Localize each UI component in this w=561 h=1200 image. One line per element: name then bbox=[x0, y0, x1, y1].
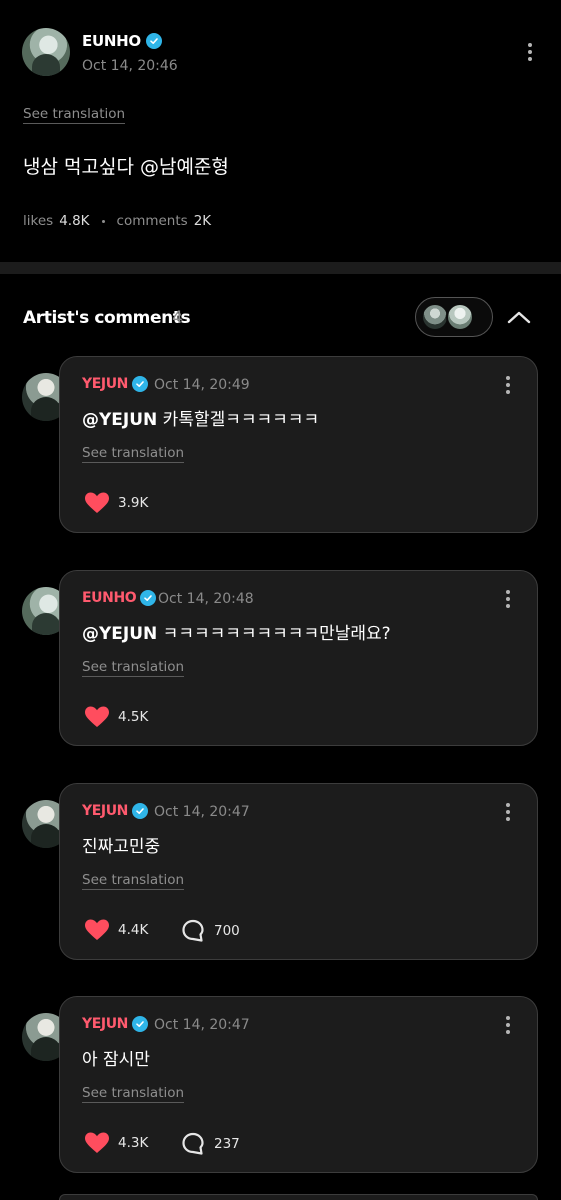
comment-body: 아 잠시만 bbox=[82, 1050, 150, 1070]
artist-avatar bbox=[421, 303, 449, 331]
post-stats: likes 4.8K comments 2K bbox=[23, 213, 211, 229]
mention[interactable]: @YEJUN bbox=[82, 624, 157, 644]
section-divider bbox=[0, 262, 561, 274]
artist-comments-count: 4 bbox=[172, 308, 183, 328]
see-translation-link[interactable]: See translation bbox=[82, 659, 185, 677]
see-translation-link[interactable]: See translation bbox=[82, 1085, 185, 1103]
more-vertical-icon[interactable] bbox=[520, 40, 540, 64]
post-author[interactable]: EUNHO bbox=[82, 32, 162, 50]
more-vertical-icon[interactable] bbox=[498, 587, 518, 611]
post-body: 냉삼 먹고싶다 @남예준형 bbox=[23, 156, 229, 178]
comment-timestamp: Oct 14, 20:47 bbox=[154, 804, 250, 820]
author-name: YEJUN bbox=[82, 803, 128, 819]
comments-label[interactable]: comments bbox=[117, 213, 188, 229]
comment-author[interactable]: YEJUN bbox=[82, 803, 148, 819]
like-count: 3.9K bbox=[118, 495, 149, 511]
comment-author[interactable]: EUNHO bbox=[82, 590, 157, 606]
author-name: EUNHO bbox=[82, 32, 141, 50]
verified-badge-icon bbox=[132, 376, 148, 392]
see-translation-link[interactable]: See translation bbox=[82, 872, 185, 890]
likes-label: likes bbox=[23, 213, 54, 229]
comment-text: 진짜고민중 bbox=[82, 832, 160, 857]
post: EUNHO Oct 14, 20:46 See translation 냉삼 먹… bbox=[0, 0, 561, 262]
comment-bubble-icon bbox=[182, 1132, 204, 1155]
more-vertical-icon[interactable] bbox=[498, 1013, 518, 1037]
separator-dot bbox=[101, 219, 105, 223]
artist-comments-title: Artist's comments bbox=[23, 308, 191, 328]
heart-icon bbox=[85, 919, 109, 940]
author-name: YEJUN bbox=[82, 1016, 128, 1032]
comment-card: EUNHO Oct 14, 20:48 @YEJUN ㅋㅋㅋㅋㅋㅋㅋㅋㅋㅋ만날래… bbox=[59, 570, 538, 746]
author-name: EUNHO bbox=[82, 590, 137, 606]
comment-text: 아 잠시만 bbox=[82, 1045, 150, 1070]
see-translation-link[interactable]: See translation bbox=[23, 106, 126, 124]
artist-avatar bbox=[446, 303, 474, 331]
verified-badge-icon bbox=[132, 803, 148, 819]
comment-card: YEJUN Oct 14, 20:49 @YEJUN 카톡할겔ㅋㅋㅋㅋㅋㅋ Se… bbox=[59, 356, 538, 533]
like-button[interactable]: 3.9K bbox=[84, 491, 148, 515]
verified-badge-icon bbox=[140, 590, 157, 606]
comment-text: @YEJUN ㅋㅋㅋㅋㅋㅋㅋㅋㅋㅋ만날래요? bbox=[82, 619, 391, 644]
reply-count: 237 bbox=[214, 1136, 240, 1152]
comment-body: 카톡할겔ㅋㅋㅋㅋㅋㅋ bbox=[157, 410, 320, 430]
heart-icon bbox=[85, 706, 109, 727]
post-timestamp: Oct 14, 20:46 bbox=[82, 58, 178, 74]
verified-badge-icon bbox=[132, 1016, 148, 1032]
chevron-up-icon[interactable] bbox=[505, 305, 533, 329]
like-count: 4.4K bbox=[118, 922, 149, 938]
more-vertical-icon[interactable] bbox=[498, 800, 518, 824]
verified-badge-icon bbox=[145, 33, 162, 49]
more-vertical-icon[interactable] bbox=[498, 373, 518, 397]
like-count: 4.3K bbox=[118, 1135, 149, 1151]
comment-author[interactable]: YEJUN bbox=[82, 376, 148, 392]
artist-avatars-filter[interactable] bbox=[415, 297, 493, 337]
comment-body: ㅋㅋㅋㅋㅋㅋㅋㅋㅋㅋ만날래요? bbox=[157, 624, 391, 644]
like-button[interactable]: 4.3K bbox=[84, 1131, 148, 1155]
comment-timestamp: Oct 14, 20:48 bbox=[158, 591, 254, 607]
see-translation-link[interactable]: See translation bbox=[82, 445, 185, 463]
heart-icon bbox=[85, 1132, 109, 1153]
comment-card: YEJUN Oct 14, 20:47 아 잠시만 See translatio… bbox=[59, 996, 538, 1173]
comment-timestamp: Oct 14, 20:47 bbox=[154, 1017, 250, 1033]
like-count: 4.5K bbox=[118, 709, 149, 725]
comment-timestamp: Oct 14, 20:49 bbox=[154, 377, 250, 393]
mention[interactable]: @YEJUN bbox=[82, 410, 157, 430]
like-button[interactable]: 4.4K bbox=[84, 918, 148, 942]
author-name: YEJUN bbox=[82, 376, 128, 392]
heart-icon bbox=[85, 492, 109, 513]
likes-count: 4.8K bbox=[59, 213, 90, 229]
comment-card: YEJUN Oct 14, 20:47 진짜고민중 See translatio… bbox=[59, 783, 538, 960]
reply-button[interactable]: 700 bbox=[180, 918, 240, 944]
comments-count[interactable]: 2K bbox=[194, 213, 211, 229]
comment-bubble-icon bbox=[182, 919, 204, 942]
comment-text: @YEJUN 카톡할겔ㅋㅋㅋㅋㅋㅋ bbox=[82, 405, 319, 430]
reply-button[interactable]: 237 bbox=[180, 1131, 240, 1157]
next-comment-card-edge bbox=[59, 1194, 538, 1200]
reply-count: 700 bbox=[214, 923, 240, 939]
comment-body: 진짜고민중 bbox=[82, 837, 161, 857]
like-button[interactable]: 4.5K bbox=[84, 705, 148, 729]
avatar[interactable] bbox=[22, 28, 70, 76]
comment-author[interactable]: YEJUN bbox=[82, 1016, 148, 1032]
